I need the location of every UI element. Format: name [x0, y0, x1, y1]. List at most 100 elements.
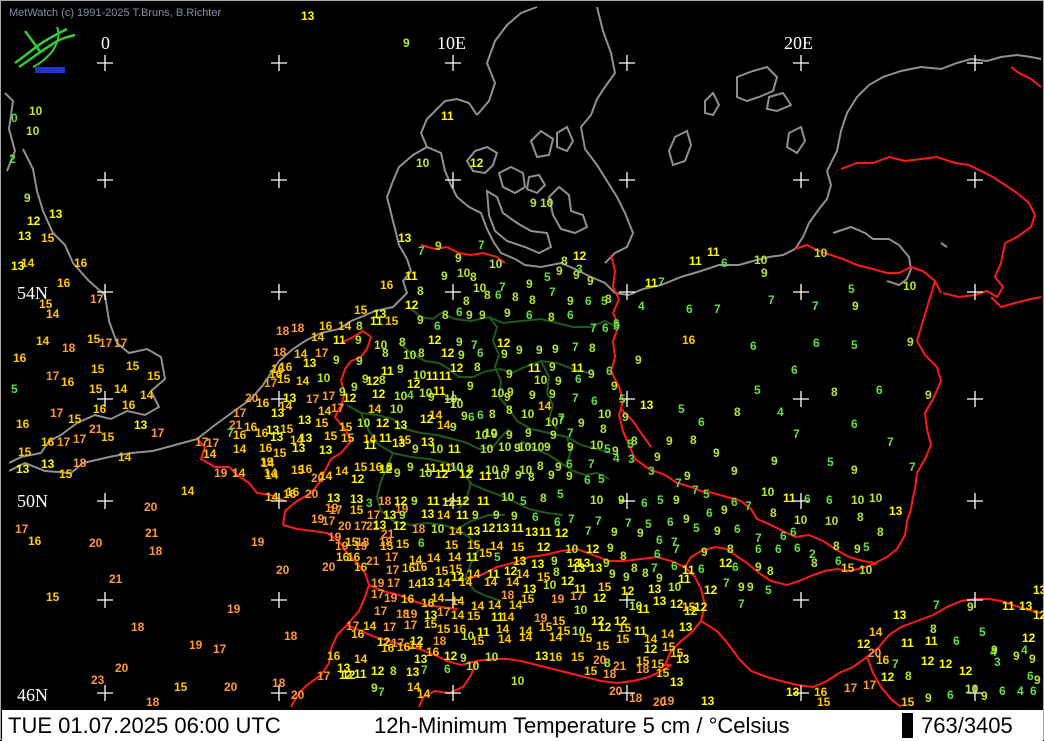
- station-value: 9: [981, 689, 988, 703]
- station-value: 19: [311, 512, 325, 526]
- station-value: 11: [637, 602, 650, 616]
- station-value: 13: [292, 441, 306, 455]
- station-value: 12: [435, 467, 449, 481]
- station-value: 19: [214, 466, 228, 480]
- station-value: 9: [530, 196, 537, 210]
- station-value: 7: [745, 499, 752, 513]
- station-value: 16: [57, 276, 71, 290]
- station-value: 17: [844, 681, 858, 695]
- station-value: 15: [656, 666, 670, 680]
- station-value: 15: [841, 561, 855, 575]
- station-value: 15: [315, 416, 329, 430]
- station-value: 10: [480, 442, 494, 456]
- station-value: 4: [777, 405, 784, 419]
- station-value: 8: [930, 622, 937, 636]
- station-value: 12: [376, 416, 390, 430]
- station-value: 7: [572, 391, 579, 405]
- station-value: 10: [598, 407, 612, 421]
- station-value: 15: [46, 590, 60, 604]
- station-value: 7: [768, 293, 775, 307]
- grid-cross-1-5: [967, 172, 983, 188]
- station-value: 17: [354, 519, 368, 533]
- station-value: 9: [925, 691, 932, 705]
- station-value: 5: [619, 392, 626, 406]
- station-value: 9: [394, 466, 401, 480]
- station-value: 8: [600, 422, 607, 436]
- station-value: 11: [511, 521, 524, 535]
- station-value: 13: [303, 356, 317, 370]
- station-value: 18: [291, 321, 305, 335]
- station-value: 15: [471, 634, 485, 648]
- station-value: 4: [613, 451, 620, 465]
- station-value: 7: [692, 483, 699, 497]
- grid-cross-5-4: [793, 592, 809, 608]
- station-value: 6: [953, 634, 960, 648]
- station-value: 12: [393, 519, 407, 533]
- station-value: 14: [311, 330, 325, 344]
- station-value: 9: [747, 580, 754, 594]
- station-value: 10: [485, 650, 499, 664]
- station-value: 6: [1027, 669, 1034, 683]
- station-value: 6: [755, 542, 762, 556]
- station-value: 6: [477, 346, 484, 360]
- station-value: 8: [528, 470, 535, 484]
- station-value: 18: [62, 341, 76, 355]
- station-value: 8: [877, 525, 884, 539]
- station-value: 13: [406, 665, 420, 679]
- station-value: 10: [814, 246, 828, 260]
- station-value: 8: [418, 346, 425, 360]
- station-value: 17: [383, 620, 397, 634]
- metwatch-logo-icon: [14, 26, 76, 73]
- station-value: 13: [16, 462, 30, 476]
- station-value: 5: [544, 270, 551, 284]
- station-value: 20: [89, 536, 103, 550]
- station-value: 10: [518, 440, 532, 454]
- station-value: 9: [552, 342, 559, 356]
- longitude-label-20e: 20E: [784, 33, 813, 53]
- footer-parameter: 12h-Minimum Temperature 5 cm / °Celsius: [374, 713, 790, 738]
- station-value: 19: [189, 638, 203, 652]
- station-value: 5: [557, 487, 564, 501]
- station-value: 10: [545, 415, 559, 429]
- station-value: 12: [456, 494, 470, 508]
- station-value: 6: [775, 542, 782, 556]
- station-value: 9: [673, 493, 680, 507]
- station-value: 6: [575, 372, 582, 386]
- station-value: 9: [333, 353, 340, 367]
- station-value: 8: [382, 346, 389, 360]
- grid-cross-0-4: [793, 55, 809, 71]
- station-value: 14: [335, 464, 349, 478]
- station-value: 5: [11, 382, 18, 396]
- station-value: 12: [405, 298, 419, 312]
- station-value: 12: [482, 521, 496, 535]
- station-value: 16: [74, 256, 88, 270]
- station-value: 15: [350, 503, 364, 517]
- station-value: 10: [317, 371, 331, 385]
- station-value: 12: [394, 494, 408, 508]
- station-value: 9: [525, 426, 532, 440]
- station-value: 10: [466, 659, 480, 673]
- station-value: 9: [407, 460, 414, 474]
- station-value: 7: [887, 435, 894, 449]
- station-value: 8: [831, 385, 838, 399]
- station-value: 12: [593, 591, 607, 605]
- station-value: 9: [506, 367, 513, 381]
- station-value: 9: [504, 390, 511, 404]
- station-value: 11: [1002, 599, 1015, 613]
- station-value: 9: [526, 277, 533, 291]
- station-value: 15: [354, 303, 368, 317]
- station-value: 8: [905, 669, 912, 683]
- grid-cross-1-0: [97, 172, 113, 188]
- station-value: 20: [144, 500, 158, 514]
- station-value: 5: [678, 402, 685, 416]
- station-value: 16: [61, 375, 75, 389]
- station-value: 16: [233, 428, 247, 442]
- station-value: 6: [526, 308, 533, 322]
- station-value: 6: [477, 408, 484, 422]
- station-value: 14: [118, 450, 132, 464]
- station-value: 14: [519, 630, 533, 644]
- station-value: 13: [421, 575, 435, 589]
- station-value: 6: [804, 492, 811, 506]
- grid-cross-1-1: [271, 172, 287, 188]
- station-value: 7: [738, 597, 745, 611]
